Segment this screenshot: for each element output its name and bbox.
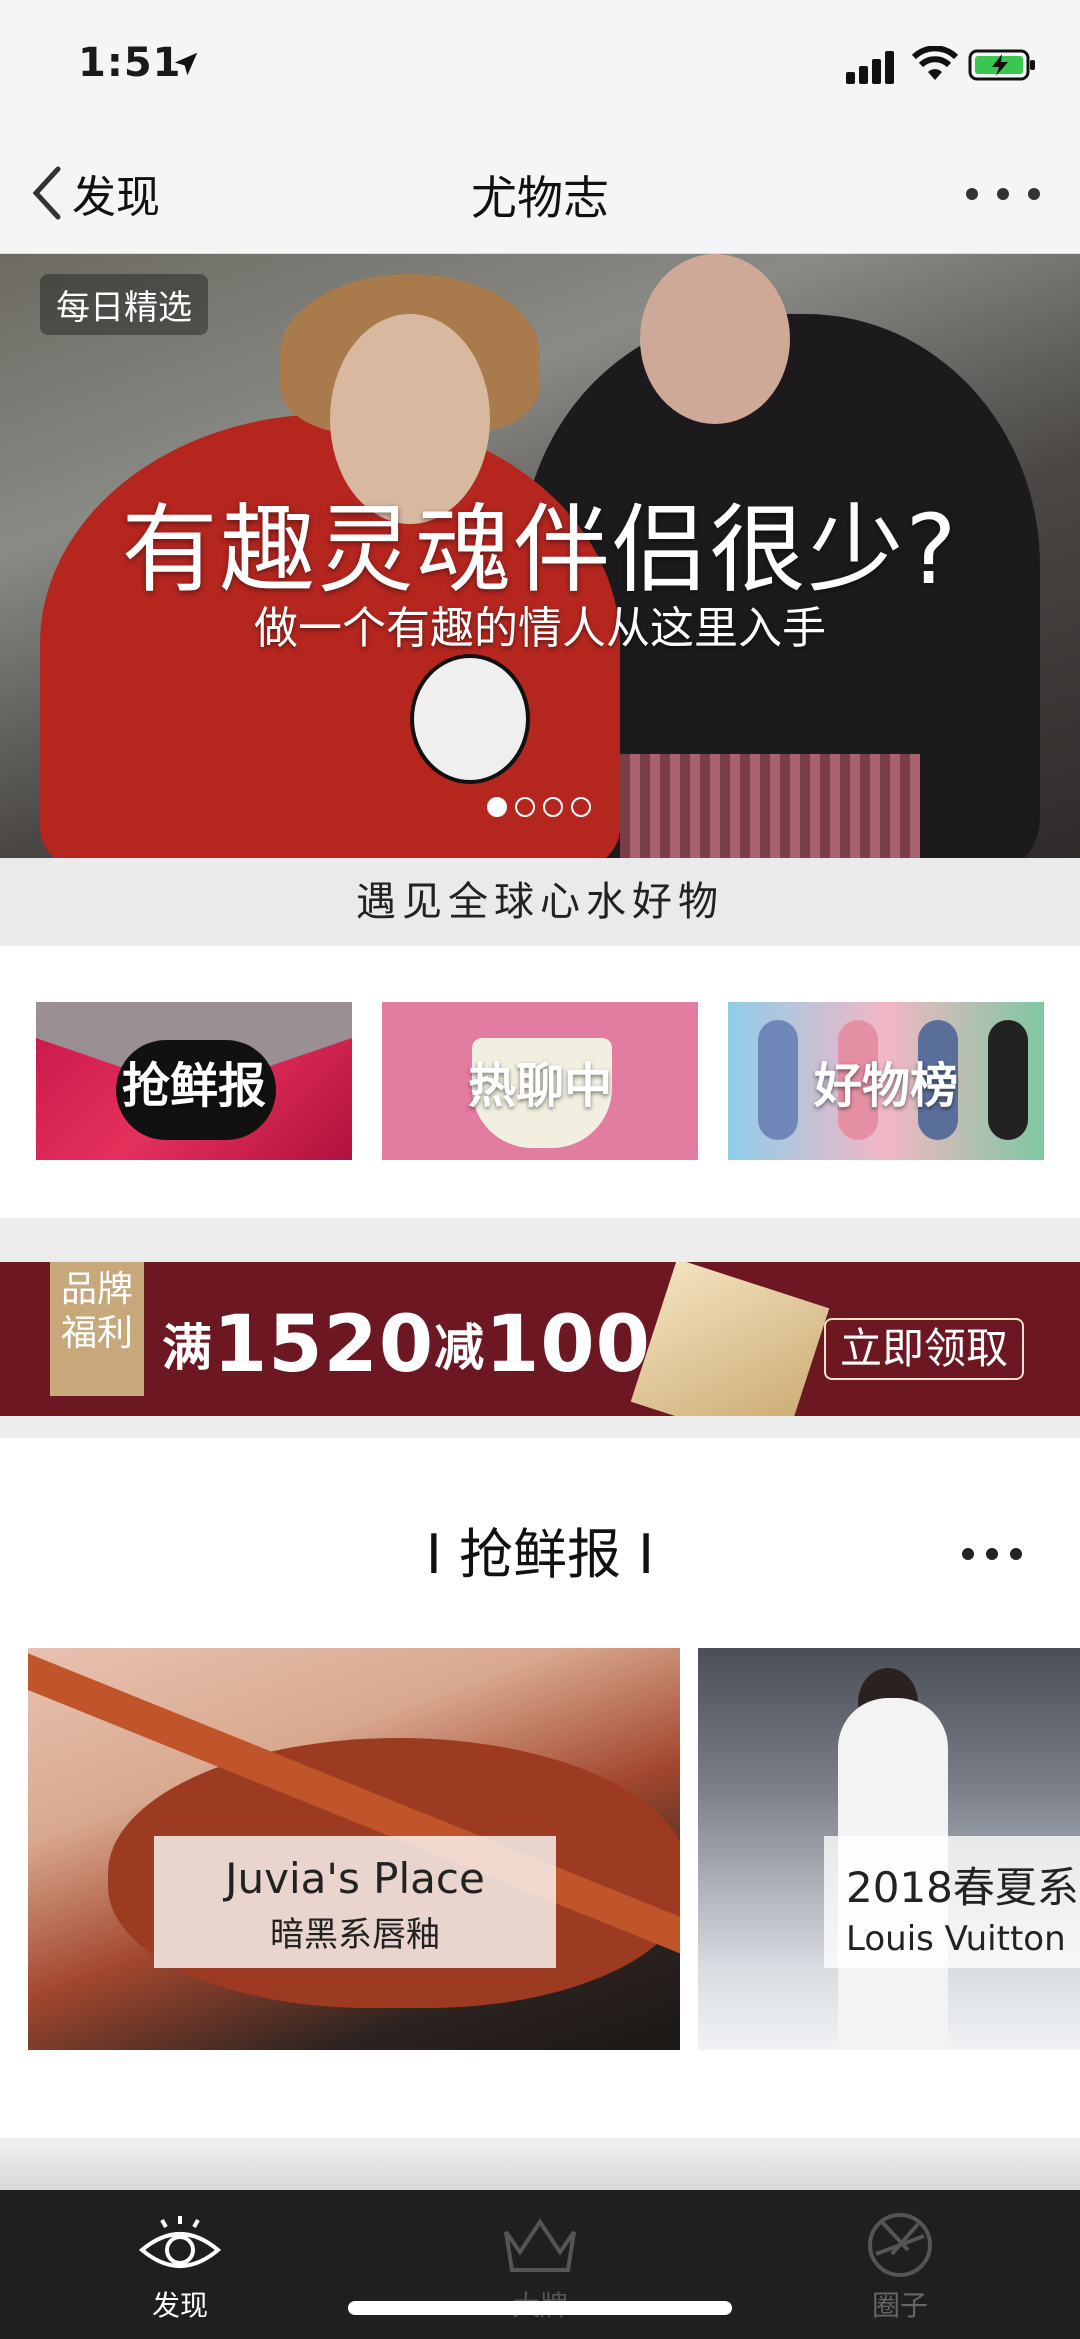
- category-tile-hot-chat[interactable]: 热聊中: [382, 1002, 698, 1160]
- tab-label: 圈子: [871, 2289, 928, 2322]
- eye-icon: [138, 2216, 222, 2268]
- category-tile-top-picks[interactable]: 好物榜: [728, 1002, 1044, 1160]
- divider: [0, 1416, 1080, 1438]
- location-arrow-icon: [174, 52, 198, 76]
- home-indicator[interactable]: [348, 2301, 732, 2315]
- graphic-face-print: [410, 654, 530, 784]
- daily-pick-badge: 每日精选: [40, 274, 208, 335]
- hero-title: 有趣灵魂伴侣很少?: [121, 494, 959, 606]
- slogan-banner: 遇见全球心水好物: [0, 858, 1080, 946]
- carousel-dot[interactable]: [571, 797, 591, 817]
- article-card[interactable]: Juvia's Place 暗黑系唇釉: [28, 1648, 680, 2050]
- tab-discover[interactable]: 发现: [100, 2210, 260, 2322]
- category-label: 好物榜: [813, 1058, 958, 1114]
- article-card[interactable]: 2018春夏系 Louis Vuitton: [698, 1648, 1080, 2050]
- hero-banner[interactable]: 每日精选 有趣灵魂伴侣很少? 做一个有趣的情人从这里入手: [0, 254, 1080, 858]
- carousel-dot[interactable]: [515, 797, 535, 817]
- section-title: I 抢鲜报 I: [425, 1523, 655, 1586]
- card-caption: Juvia's Place 暗黑系唇釉: [154, 1836, 556, 1968]
- category-tile-fresh-news[interactable]: 抢鲜报: [36, 1002, 352, 1160]
- claim-now-button[interactable]: 立即领取: [824, 1318, 1025, 1380]
- divider: [0, 2138, 1080, 2190]
- more-options-icon[interactable]: [966, 182, 1040, 206]
- section-more-icon[interactable]: [962, 1548, 1022, 1562]
- app-screen: 1:51 发现 尤物志 每日精选 有趣灵魂伴侣很少? 做一个有趣的情人从这里入手…: [0, 0, 1080, 2339]
- carousel-dot[interactable]: [543, 797, 563, 817]
- promo-offer-text: 满1520减100元: [162, 1300, 701, 1390]
- coupon-ticket-icon: [630, 1262, 830, 1416]
- bottom-tab-bar: 发现 大牌 圈子: [0, 2190, 1080, 2339]
- status-time: 1:51: [78, 40, 182, 86]
- cellular-signal-icon: [846, 51, 894, 84]
- carousel-pagination[interactable]: [487, 797, 591, 817]
- wifi-icon: [912, 46, 958, 80]
- category-tiles: 抢鲜报 热聊中 好物榜: [0, 946, 1080, 1218]
- tab-label: 发现: [151, 2289, 208, 2322]
- battery-charging-icon: [968, 49, 1035, 81]
- category-label: 抢鲜报: [121, 1058, 266, 1114]
- tab-circle[interactable]: 圈子: [820, 2210, 980, 2322]
- brand-benefit-tag: 品牌 福利: [50, 1262, 144, 1396]
- hero-subtitle: 做一个有趣的情人从这里入手: [254, 603, 826, 654]
- category-label: 热聊中: [467, 1058, 612, 1114]
- status-bar: 1:51: [0, 0, 1080, 132]
- divider: [0, 1218, 1080, 1262]
- circle-aperture-icon: [868, 2213, 932, 2277]
- promo-banner[interactable]: 品牌 福利 满1520减100元 立即领取: [0, 1262, 1080, 1416]
- navigation-bar: 发现 尤物志: [0, 132, 1080, 254]
- card-caption: 2018春夏系 Louis Vuitton: [824, 1836, 1080, 1968]
- page-title: 尤物志: [471, 171, 609, 225]
- carousel-dot-active[interactable]: [487, 797, 507, 817]
- crown-icon: [504, 2218, 576, 2272]
